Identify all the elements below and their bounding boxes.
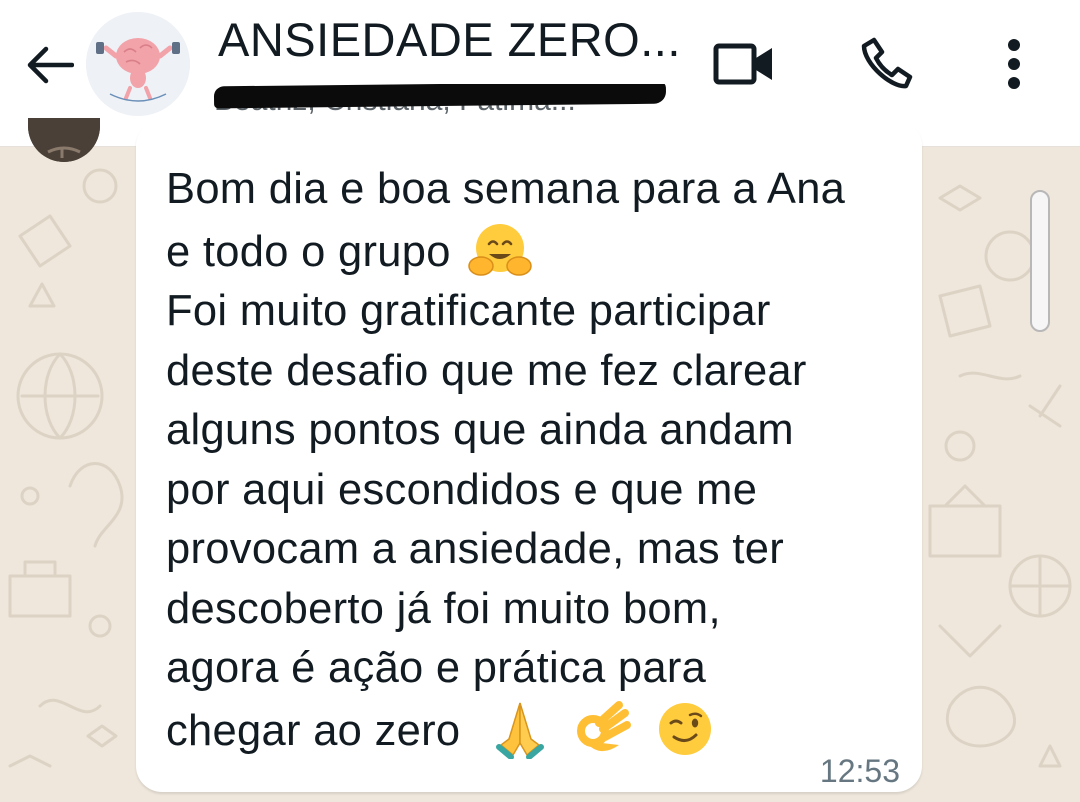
scrollbar-thumb[interactable] xyxy=(1030,190,1050,332)
group-avatar[interactable] xyxy=(86,12,190,116)
back-button[interactable] xyxy=(18,36,80,98)
more-vertical-icon xyxy=(1007,38,1021,94)
phone-icon xyxy=(858,34,916,96)
message-line: por aqui escondidos e que me xyxy=(166,465,758,514)
video-camera-icon xyxy=(712,40,776,92)
message-line: alguns pontos que ainda andam xyxy=(166,406,794,454)
message-timestamp: 12:53 xyxy=(819,753,900,789)
ok-hand-emoji xyxy=(569,699,635,759)
arrow-left-icon xyxy=(24,45,75,89)
winking-face-emoji xyxy=(652,699,718,759)
message-line: agora é ação e prática para xyxy=(166,644,707,692)
message-line: deste desafio que me fez clarear xyxy=(166,346,807,395)
message-line-text: e todo o grupo xyxy=(166,227,451,276)
message-line: Foi muito gratificante participar xyxy=(166,287,771,335)
message-line: descoberto já foi muito bom, xyxy=(166,584,721,633)
video-call-button[interactable] xyxy=(708,36,780,96)
folded-hands-emoji xyxy=(487,699,553,760)
brain-mascot-icon xyxy=(86,12,190,116)
group-members: Beatriz, Cristiana, Fatima... xyxy=(214,84,674,118)
message-line-with-emojis: chegar ao zero xyxy=(166,699,906,762)
redaction-mark xyxy=(214,84,667,109)
message-line-with-emoji: e todo o grupo xyxy=(166,220,906,283)
hugging-face-emoji xyxy=(467,220,533,280)
more-options-button[interactable] xyxy=(992,34,1036,98)
voice-call-button[interactable] xyxy=(852,30,922,100)
message-bubble[interactable]: Bom dia e boa semana para a Ana e todo o… xyxy=(136,120,922,792)
message-line: Bom dia e boa semana para a Ana xyxy=(166,165,846,213)
message-text: Bom dia e boa semana para a Ana e todo o… xyxy=(166,160,906,761)
message-line-text: chegar ao zero xyxy=(166,706,461,755)
group-title[interactable]: ANSIEDADE ZERO... xyxy=(218,12,681,67)
message-line: provocam a ansiedade, mas ter xyxy=(166,525,785,573)
